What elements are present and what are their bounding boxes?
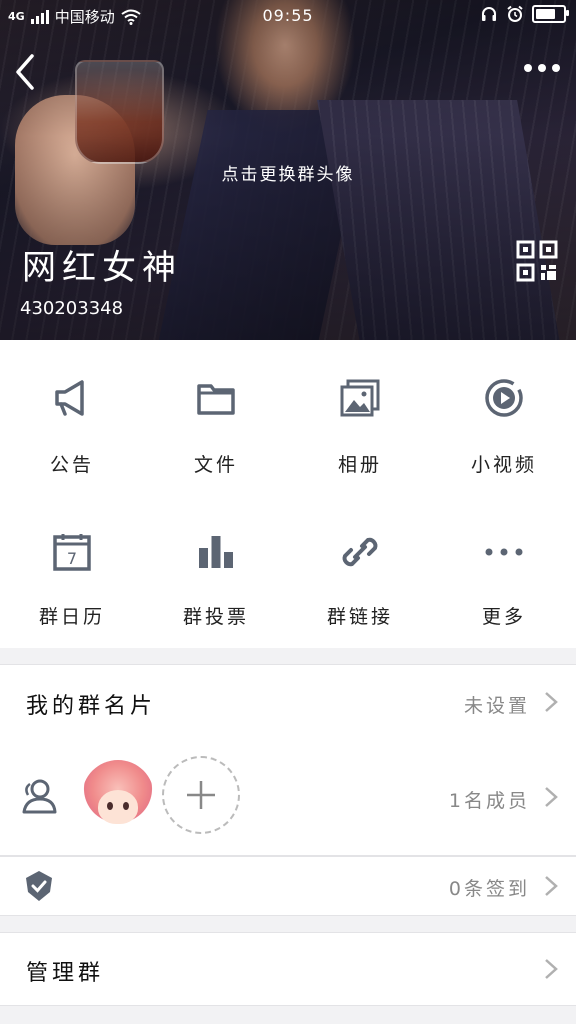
chevron-right-icon: [545, 692, 558, 712]
verified-shield-icon: [26, 871, 52, 901]
member-avatar[interactable]: [82, 760, 154, 832]
battery-fill: [536, 9, 555, 19]
grid-label: 小视频: [470, 454, 537, 476]
grid-label: 文件: [193, 454, 238, 476]
members-row[interactable]: 1名成员: [0, 738, 576, 856]
grid-label: 群日历: [38, 606, 105, 628]
grid-label: 公告: [49, 454, 94, 476]
grid-item-files[interactable]: 文件: [144, 340, 288, 494]
more-menu-button[interactable]: [520, 58, 560, 78]
battery-icon: [532, 5, 569, 23]
member-count: 1名成员: [448, 790, 530, 812]
avatar-eye: [123, 802, 129, 810]
link-icon: [342, 537, 378, 567]
dot: [524, 64, 532, 72]
plus-icon: [187, 781, 215, 809]
grid-item-album[interactable]: 相册: [288, 340, 432, 494]
status-bar: 4G 中国移动 09:55: [0, 0, 576, 32]
members-icon: [22, 779, 57, 814]
manage-group-title: 管理群: [26, 961, 105, 986]
feature-grid: 公告 文件 相册 小视频 7 群日历 群投票 群链接 更多: [0, 340, 576, 648]
alarm-icon: [507, 5, 523, 22]
calendar-day: 7: [67, 549, 77, 568]
folder-icon: [197, 384, 235, 415]
more-dots-icon: [485, 548, 523, 556]
avatar-eye: [107, 802, 113, 810]
grid-label: 群投票: [182, 606, 249, 628]
grid-label: 群链接: [326, 606, 393, 628]
chevron-right-icon: [545, 876, 558, 896]
grid-item-calendar[interactable]: 7 群日历: [0, 494, 144, 648]
change-avatar-hint[interactable]: 点击更换群头像: [0, 160, 576, 185]
my-group-card-row[interactable]: 我的群名片 未设置: [0, 664, 576, 739]
my-group-card-title: 我的群名片: [26, 694, 157, 719]
grid-label: 相册: [337, 454, 382, 476]
signin-count: 0条签到: [448, 878, 530, 900]
my-group-card-value: 未设置: [463, 695, 530, 717]
calendar-icon: 7: [53, 534, 91, 571]
add-member-button[interactable]: [162, 756, 240, 834]
group-name: 网红女神: [22, 248, 182, 288]
group-id: 430203348: [20, 298, 124, 319]
megaphone-icon: [55, 380, 84, 416]
grid-item-more[interactable]: 更多: [432, 494, 576, 648]
video-play-icon: [485, 379, 523, 417]
avatar-face: [98, 790, 138, 824]
headset-icon: [482, 7, 496, 21]
qr-code-icon[interactable]: [516, 240, 558, 282]
group-avatar-banner[interactable]: 4G 中国移动 09:55 点击更换群头像 网红女神 430203348: [0, 0, 576, 340]
grid-item-announcement[interactable]: 公告: [0, 340, 144, 494]
album-icon: [340, 379, 380, 417]
chevron-right-icon: [545, 787, 558, 807]
chevron-right-icon: [545, 959, 558, 979]
grid-item-short-video[interactable]: 小视频: [432, 340, 576, 494]
grid-item-vote[interactable]: 群投票: [144, 494, 288, 648]
grid-label: 更多: [481, 606, 526, 628]
signin-row[interactable]: 0条签到: [0, 856, 576, 916]
manage-group-row[interactable]: 管理群: [0, 932, 576, 1006]
grid-item-link[interactable]: 群链接: [288, 494, 432, 648]
back-arrow-icon[interactable]: [12, 52, 42, 92]
dot: [538, 64, 546, 72]
dot: [552, 64, 560, 72]
bar-chart-icon: [199, 536, 233, 568]
